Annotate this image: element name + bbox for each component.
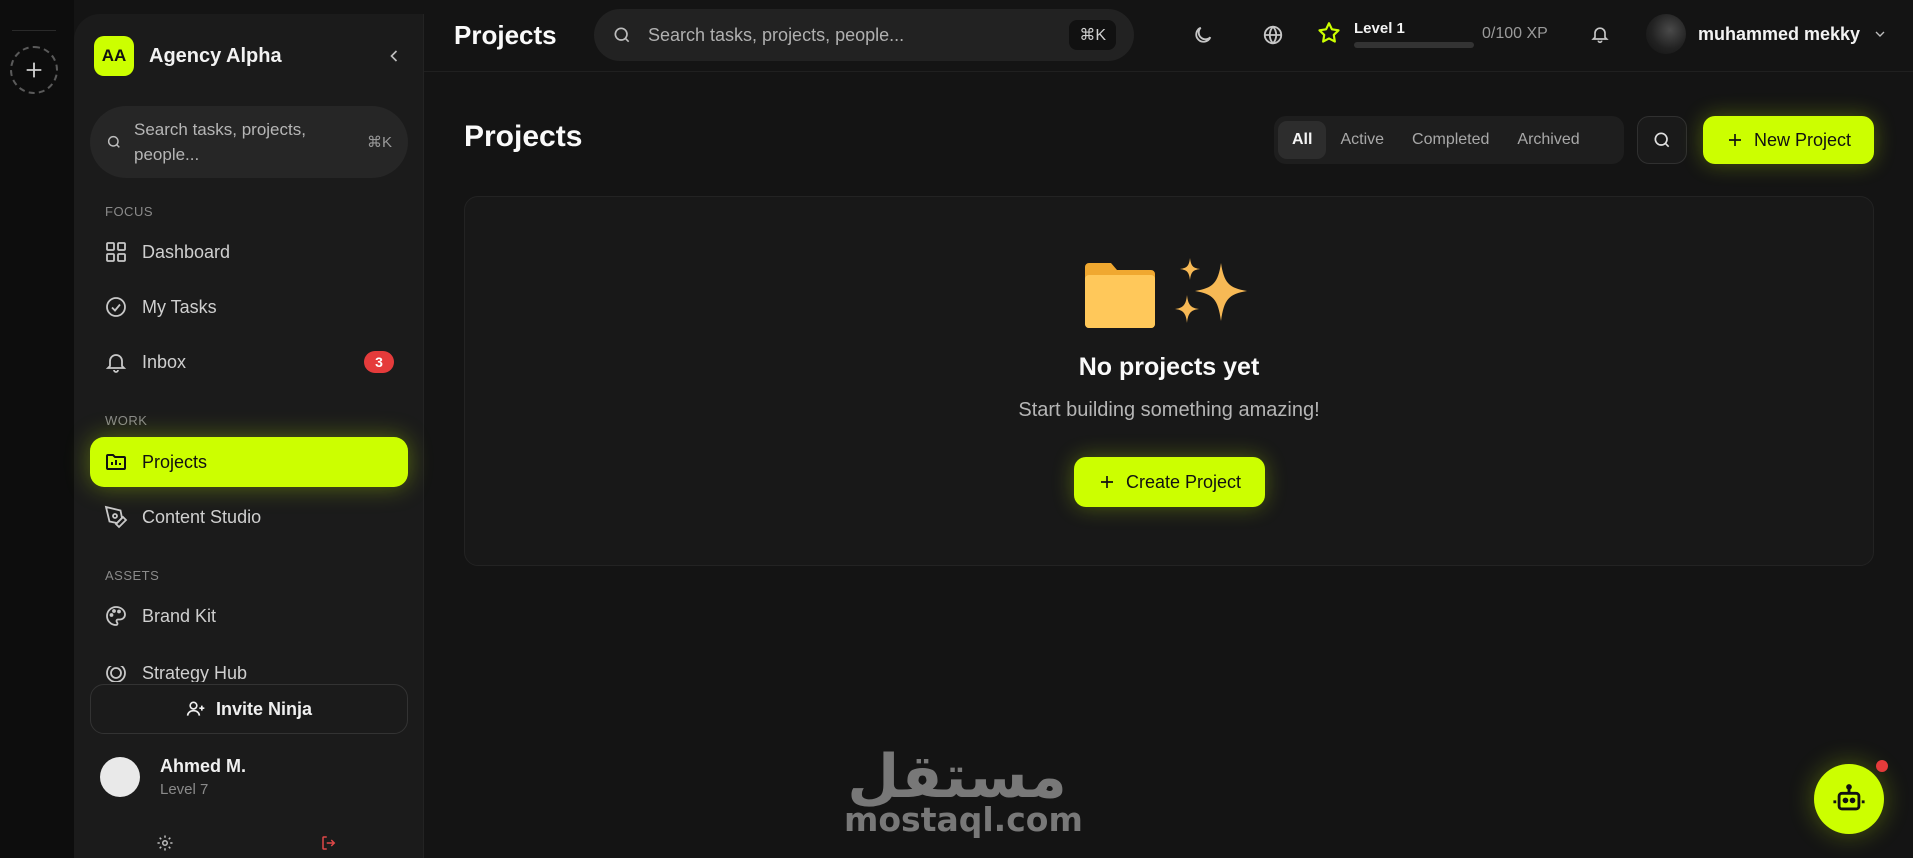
user-level: Level 7 — [160, 781, 209, 798]
sidebar-item-dashboard[interactable]: Dashboard — [90, 227, 408, 277]
folder-sparkles-illustration — [1085, 258, 1247, 328]
tab-completed[interactable]: Completed — [1398, 121, 1503, 159]
tab-active[interactable]: Active — [1326, 121, 1398, 159]
tab-all[interactable]: All — [1278, 121, 1327, 159]
plus-icon — [26, 62, 42, 78]
sidebar-item-brand-kit[interactable]: Brand Kit — [90, 591, 408, 641]
tab-archived[interactable]: Archived — [1503, 121, 1593, 159]
target-icon — [106, 666, 126, 682]
workspace-rail — [0, 0, 74, 858]
pen-tool-icon — [104, 505, 128, 529]
sidebar-item-label: Dashboard — [142, 241, 231, 262]
moon-icon — [1195, 26, 1212, 43]
level-label: Level 1 — [1354, 20, 1405, 37]
project-filter-tabs: All Active Completed Archived — [1274, 116, 1624, 164]
inbox-count-badge: 3 — [364, 351, 394, 373]
invite-label: Invite Ninja — [215, 698, 313, 719]
folder-icon — [1085, 263, 1155, 328]
notification-dot — [1876, 760, 1888, 772]
bell-icon — [105, 354, 127, 373]
sidebar-item-content-studio[interactable]: Content Studio — [90, 492, 408, 542]
add-workspace-button[interactable] — [10, 46, 58, 94]
theme-toggle-button[interactable] — [1192, 24, 1214, 46]
global-search[interactable]: Search tasks, projects, people... ⌘K — [594, 9, 1134, 61]
bell-icon — [1591, 27, 1609, 44]
empty-state-title: No projects yet — [1078, 353, 1260, 381]
section-label-focus: FOCUS — [105, 204, 153, 219]
search-icon — [1654, 132, 1670, 148]
profile-name: muhammed mekky — [1698, 23, 1861, 44]
plus-icon — [1728, 134, 1741, 146]
xp-count: 0/100 XP — [1482, 25, 1548, 42]
language-button[interactable] — [1262, 24, 1284, 46]
sidebar-item-label: Brand Kit — [142, 605, 217, 626]
settings-button[interactable] — [156, 834, 174, 852]
star-icon — [1318, 22, 1340, 43]
section-label-assets: ASSETS — [105, 568, 160, 583]
rail-divider — [12, 30, 56, 31]
assistant-bot-button[interactable] — [1814, 764, 1884, 834]
sidebar: AA Agency Alpha Search tasks, projects, … — [74, 14, 424, 858]
sidebar-user[interactable]: Ahmed M. Level 7 — [100, 756, 246, 798]
header-title: Projects — [454, 20, 557, 50]
sidebar-search-shortcut: ⌘K — [366, 134, 392, 151]
palette-icon — [106, 606, 126, 626]
top-header: Projects Search tasks, projects, people.… — [424, 0, 1913, 72]
dashboard-icon — [106, 242, 126, 262]
sidebar-item-inbox[interactable]: Inbox 3 — [90, 337, 408, 387]
sidebar-item-my-tasks[interactable]: My Tasks — [90, 282, 408, 332]
workspace-header: AA Agency Alpha — [94, 36, 404, 76]
chevron-down-icon — [1875, 31, 1885, 37]
avatar — [100, 757, 140, 797]
sidebar-item-label: Content Studio — [142, 506, 262, 527]
create-project-label: Create Project — [1125, 471, 1242, 492]
sidebar-item-label: Strategy Hub — [142, 666, 248, 682]
user-plus-icon — [186, 701, 205, 716]
sidebar-item-label: My Tasks — [142, 296, 217, 317]
sidebar-item-strategy-hub[interactable]: Strategy Hub — [90, 666, 408, 682]
sidebar-item-label: Projects — [142, 451, 208, 472]
plus-icon — [1100, 476, 1113, 488]
profile-menu[interactable]: muhammed mekky — [1646, 14, 1888, 54]
watermark-latin: mostaql.com — [844, 800, 1083, 839]
logout-button[interactable] — [320, 834, 338, 852]
gear-icon — [157, 835, 173, 851]
empty-state-subtitle: Start building something amazing! — [1018, 399, 1320, 421]
new-project-button[interactable]: New Project — [1703, 116, 1874, 164]
check-circle-icon — [106, 297, 126, 317]
section-label-work: WORK — [105, 413, 148, 428]
create-project-button[interactable]: Create Project — [1074, 457, 1265, 507]
sparkles-icon — [1175, 258, 1247, 323]
globe-icon — [1263, 25, 1283, 45]
new-project-label: New Project — [1753, 129, 1852, 150]
xp-progress-bar — [1354, 42, 1474, 48]
search-icon — [614, 27, 630, 43]
level-progress[interactable]: Level 1 — [1316, 20, 1474, 48]
sidebar-scroll-clip: Strategy Hub — [90, 666, 408, 682]
workspace-logo: AA — [94, 36, 134, 76]
notifications-button[interactable] — [1590, 24, 1610, 44]
invite-button[interactable]: Invite Ninja — [90, 684, 408, 734]
avatar — [1646, 14, 1686, 54]
projects-folder-icon — [106, 454, 126, 470]
collapse-sidebar-button[interactable] — [384, 46, 404, 66]
sidebar-search[interactable]: Search tasks, projects, people... ⌘K — [90, 106, 408, 178]
global-search-shortcut: ⌘K — [1069, 20, 1116, 50]
search-projects-button[interactable] — [1637, 116, 1687, 164]
search-icon — [107, 135, 120, 148]
workspace-name: Agency Alpha — [149, 44, 282, 67]
logout-icon — [322, 836, 336, 850]
empty-state-card: No projects yet Start building something… — [464, 196, 1874, 566]
global-search-placeholder: Search tasks, projects, people... — [648, 24, 905, 45]
sidebar-search-placeholder: Search tasks, projects, people... — [134, 120, 306, 164]
chevron-left-icon — [390, 50, 398, 62]
sidebar-item-label: Inbox — [142, 351, 187, 372]
user-name: Ahmed M. — [160, 756, 247, 776]
sidebar-item-projects[interactable]: Projects — [90, 437, 408, 487]
robot-icon — [1833, 784, 1865, 811]
page-title: Projects — [464, 120, 583, 153]
